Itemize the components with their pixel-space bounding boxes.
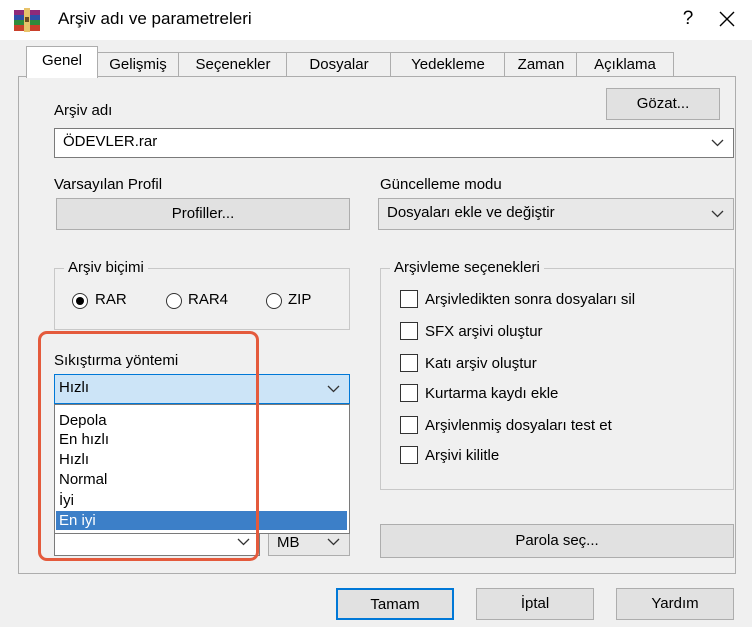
tab-zaman[interactable]: Zaman [504,52,578,77]
checkbox-test-files[interactable] [400,416,418,434]
chevron-down-icon [709,199,725,229]
radio-rar[interactable] [72,293,88,309]
radio-rar4-label: RAR4 [188,291,229,308]
tab-secenekler[interactable]: Seçenekler [178,52,288,77]
delete-after-label: Arşivledikten sonra dosyaları sil [425,291,636,308]
help-title-button[interactable]: ? [676,6,700,32]
radio-zip-label: ZIP [288,291,312,308]
checkbox-solid-archive[interactable] [400,354,418,372]
tab-yedekleme[interactable]: Yedekleme [390,52,506,77]
checkbox-delete-after[interactable] [400,290,418,308]
checkbox-lock-archive[interactable] [400,446,418,464]
update-mode-select[interactable]: Dosyaları ekle ve değiştir [378,198,734,230]
tab-genel[interactable]: Genel [26,46,98,78]
lock-archive-label: Arşivi kilitle [425,447,500,464]
split-unit-value: MB [277,534,300,551]
tab-gelismis[interactable]: Gelişmiş [96,52,180,77]
radio-zip[interactable] [266,293,282,309]
window-title: Arşiv adı ve parametreleri [58,9,252,28]
ok-button[interactable]: Tamam [336,588,454,620]
archive-name-field[interactable]: ÖDEVLER.rar [54,128,734,158]
cancel-button[interactable]: İptal [476,588,594,620]
browse-button[interactable]: Gözat... [606,88,720,120]
profiles-button[interactable]: Profiller... [56,198,350,230]
archiving-options-label: Arşivleme seçenekleri [390,259,544,276]
create-sfx-label: SFX arşivi oluştur [425,323,543,340]
test-files-label: Arşivlenmiş dosyaları test et [425,417,612,434]
chevron-down-icon [709,129,725,157]
chevron-down-icon [325,375,341,403]
tab-aciklama[interactable]: Açıklama [576,52,674,77]
archive-format-label: Arşiv biçimi [64,259,148,276]
title-bar: Arşiv adı ve parametreleri ? [0,0,752,40]
default-profile-label: Varsayılan Profil [54,176,163,193]
close-button[interactable] [714,6,740,32]
archive-name-label: Arşiv adı [54,102,113,119]
winrar-icon [14,8,40,32]
close-icon [719,11,735,27]
set-password-button[interactable]: Parola seç... [380,524,734,558]
radio-rar-label: RAR [95,291,127,308]
solid-archive-label: Katı arşiv oluştur [425,355,537,372]
radio-rar4[interactable] [166,293,182,309]
checkbox-create-sfx[interactable] [400,322,418,340]
checkbox-recovery-record[interactable] [400,384,418,402]
help-button[interactable]: Yardım [616,588,734,620]
tab-dosyalar[interactable]: Dosyalar [286,52,392,77]
recovery-record-label: Kurtarma kaydı ekle [425,385,559,402]
highlight-annotation [38,331,259,561]
update-mode-value: Dosyaları ekle ve değiştir [387,204,555,221]
archive-name-value: ÖDEVLER.rar [63,133,158,150]
update-mode-label: Güncelleme modu [380,176,502,193]
